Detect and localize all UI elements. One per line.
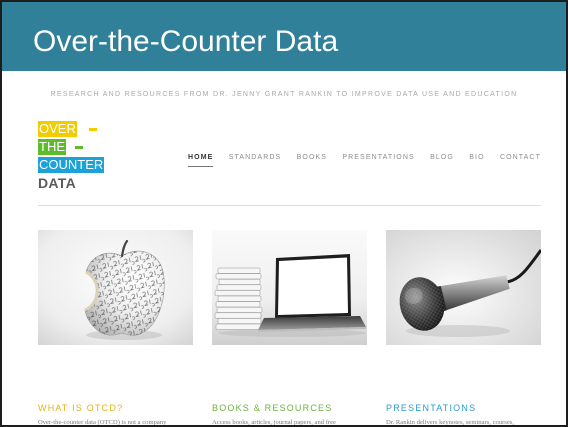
nav-bio[interactable]: BIO: [469, 153, 484, 163]
main-nav: HOME STANDARDS BOOKS PRESENTATIONS BLOG …: [188, 153, 541, 167]
feature-heading-books[interactable]: BOOKS & RESOURCES: [212, 403, 367, 414]
book-stack: [214, 267, 263, 330]
feature-excerpt-presentations: Dr. Rankin delivers keynotes, seminars, …: [386, 419, 515, 425]
book: [215, 273, 262, 280]
logo-the: THE: [38, 139, 66, 155]
slide-title-bar: Over-the-Counter Data: [0, 0, 568, 71]
book: [214, 290, 261, 297]
nav-contact[interactable]: CONTACT: [500, 153, 541, 163]
nav-home[interactable]: HOME: [188, 153, 214, 167]
logo-dash-green: [75, 146, 83, 149]
nav-presentations[interactable]: PRESENTATIONS: [342, 153, 414, 163]
otcd-feature-image[interactable]: [38, 230, 193, 345]
feature-excerpt-otcd: Over-the-counter data (OTCD) is not a co…: [38, 419, 167, 425]
logo-dash-yellow: [89, 128, 97, 131]
presentations-feature-image[interactable]: [386, 230, 541, 345]
book: [217, 295, 262, 302]
slide-title: Over-the-Counter Data: [33, 25, 339, 58]
apple-photo: [38, 230, 193, 345]
book: [216, 306, 263, 313]
book: [214, 312, 262, 319]
book: [217, 267, 261, 274]
books-laptop-photo: [212, 230, 367, 345]
nav-standards[interactable]: STANDARDS: [229, 153, 282, 163]
header-divider: [38, 205, 541, 206]
logo-line-the: THE: [38, 139, 66, 155]
book: [218, 278, 261, 285]
logo-data: DATA: [38, 175, 77, 191]
nav-blog[interactable]: BLOG: [430, 153, 454, 163]
book: [215, 301, 261, 308]
microphone-photo: [386, 230, 541, 345]
books-feature-image[interactable]: [212, 230, 367, 345]
site-logo[interactable]: OVER THE COUNTER DATA: [38, 120, 118, 192]
feature-heading-presentations[interactable]: PRESENTATIONS: [386, 403, 541, 414]
logo-line-over: OVER: [38, 121, 77, 137]
logo-line-counter: COUNTER: [38, 157, 105, 173]
book: [217, 318, 262, 325]
feature-heading-otcd[interactable]: WHAT IS OTCD?: [38, 403, 193, 414]
logo-counter: COUNTER: [38, 157, 105, 173]
slide: Over-the-Counter Data RESEARCH AND RESOU…: [0, 0, 568, 427]
logo-over: OVER: [38, 121, 77, 137]
book: [215, 323, 262, 330]
laptop-screen: [278, 257, 348, 315]
feature-excerpt-books: Access books, articles, journal papers, …: [212, 419, 336, 425]
nav-books[interactable]: BOOKS: [297, 153, 327, 163]
book: [216, 284, 262, 291]
site-tagline: RESEARCH AND RESOURCES FROM DR. JENNY GR…: [50, 91, 518, 98]
